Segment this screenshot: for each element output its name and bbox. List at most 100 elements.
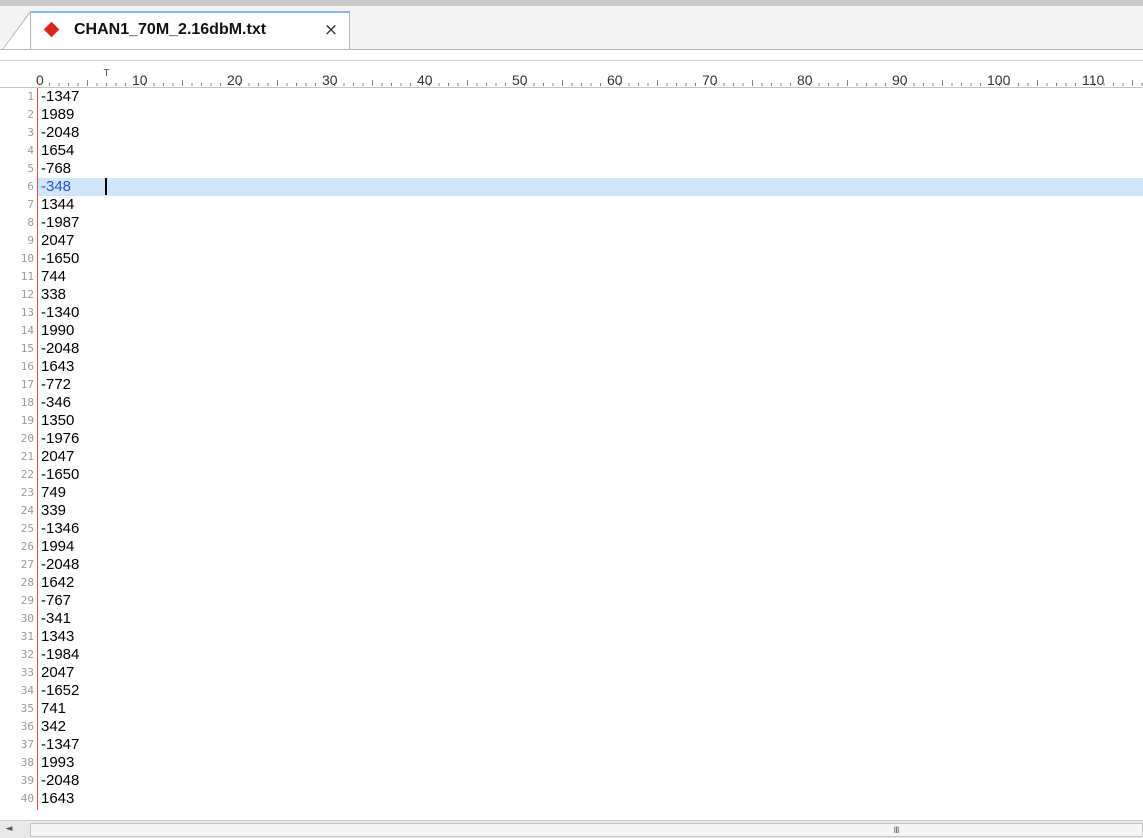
- line-number: 34: [20, 684, 34, 697]
- horizontal-scrollbar[interactable]: ◄ III: [0, 820, 1143, 838]
- text-line[interactable]: -772: [41, 376, 71, 394]
- text-line[interactable]: 1643: [41, 790, 74, 808]
- line-number: 33: [20, 666, 34, 679]
- text-line[interactable]: 2047: [41, 232, 74, 250]
- text-line[interactable]: -1347: [41, 736, 79, 754]
- ruler-label: 10: [132, 72, 148, 88]
- line-number: 28: [20, 576, 34, 589]
- tab-slant-edge: [0, 11, 31, 50]
- text-line[interactable]: -2048: [41, 772, 79, 790]
- text-line[interactable]: -1984: [41, 646, 79, 664]
- line-number: 21: [20, 450, 34, 463]
- text-line[interactable]: 1990: [41, 322, 74, 340]
- tab-bar-top-border: [0, 0, 1143, 6]
- line-number: 2: [27, 108, 34, 121]
- ruler-label: 40: [417, 72, 433, 88]
- line-number: 14: [20, 324, 34, 337]
- text-line[interactable]: 749: [41, 484, 66, 502]
- scrollbar-grip-icon: III: [893, 826, 900, 836]
- text-line[interactable]: -767: [41, 592, 71, 610]
- file-tab-title[interactable]: CHAN1_70M_2.16dbM.txt: [74, 19, 266, 41]
- text-line[interactable]: -1976: [41, 430, 79, 448]
- text-line[interactable]: -1650: [41, 466, 79, 484]
- line-number: 22: [20, 468, 34, 481]
- line-number: 29: [20, 594, 34, 607]
- text-line[interactable]: -2048: [41, 340, 79, 358]
- text-line[interactable]: -1987: [41, 214, 79, 232]
- line-number: 36: [20, 720, 34, 733]
- text-line[interactable]: -2048: [41, 556, 79, 574]
- text-line[interactable]: -341: [41, 610, 71, 628]
- scroll-left-arrow-icon[interactable]: ◄: [0, 821, 18, 838]
- text-line[interactable]: -1650: [41, 250, 79, 268]
- text-line[interactable]: 1642: [41, 574, 74, 592]
- text-editor[interactable]: 1 2 3 4 5 6 7 8 9 10 11 12 13 14 15 16 17 18 19 20 21 22 23 24 2…: [0, 88, 1143, 820]
- line-number: 8: [27, 216, 34, 229]
- line-number: 38: [20, 756, 34, 769]
- line-number: 30: [20, 612, 34, 625]
- text-line[interactable]: -1340: [41, 304, 79, 322]
- line-number: 17: [20, 378, 34, 391]
- ruler-scale: 0102030405060708090100110120T: [36, 68, 1143, 88]
- line-number: 7: [27, 198, 34, 211]
- tab-bar: CHAN1_70M_2.16dbM.txt ×: [0, 0, 1143, 50]
- text-line[interactable]: 744: [41, 268, 66, 286]
- text-line[interactable]: 1989: [41, 106, 74, 124]
- line-number: 20: [20, 432, 34, 445]
- text-line[interactable]: -2048: [41, 124, 79, 142]
- text-line[interactable]: -348: [41, 178, 71, 196]
- line-number: 4: [27, 144, 34, 157]
- text-line[interactable]: 1643: [41, 358, 74, 376]
- text-line[interactable]: 741: [41, 700, 66, 718]
- text-line[interactable]: 1994: [41, 538, 74, 556]
- line-number: 19: [20, 414, 34, 427]
- ruler-label: 50: [512, 72, 528, 88]
- line-number: 32: [20, 648, 34, 661]
- text-line[interactable]: 1350: [41, 412, 74, 430]
- line-number: 37: [20, 738, 34, 751]
- text-line[interactable]: 2047: [41, 664, 74, 682]
- line-number: 16: [20, 360, 34, 373]
- line-number: 18: [20, 396, 34, 409]
- line-number: 31: [20, 630, 34, 643]
- scrollbar-thumb[interactable]: III: [30, 823, 1143, 837]
- text-line[interactable]: 1344: [41, 196, 74, 214]
- line-number: 5: [27, 162, 34, 175]
- ruler-label: 60: [607, 72, 623, 88]
- line-number: 13: [20, 306, 34, 319]
- line-number: 25: [20, 522, 34, 535]
- gutter-divider: [37, 88, 38, 810]
- text-line[interactable]: 1993: [41, 754, 74, 772]
- text-line[interactable]: -1346: [41, 520, 79, 538]
- ruler-label: 70: [702, 72, 718, 88]
- text-line[interactable]: 1654: [41, 142, 74, 160]
- text-line[interactable]: -346: [41, 394, 71, 412]
- line-number: 26: [20, 540, 34, 553]
- line-number: 1: [27, 90, 34, 103]
- ruler-label: 30: [322, 72, 338, 88]
- line-number: 12: [20, 288, 34, 301]
- ruler-label: 100: [987, 72, 1011, 88]
- text-line[interactable]: 339: [41, 502, 66, 520]
- text-line[interactable]: 2047: [41, 448, 74, 466]
- line-number: 3: [27, 126, 34, 139]
- line-number: 9: [27, 234, 34, 247]
- line-number-gutter: 1 2 3 4 5 6 7 8 9 10 11 12 13 14 15 16 17 18 19 20 21 22 23 24 2…: [0, 88, 38, 820]
- column-ruler: 0102030405060708090100110120T: [0, 50, 1143, 88]
- line-number: 35: [20, 702, 34, 715]
- text-caret: [105, 178, 107, 195]
- text-line[interactable]: -1652: [41, 682, 79, 700]
- text-line[interactable]: 338: [41, 286, 66, 304]
- text-line[interactable]: -768: [41, 160, 71, 178]
- line-number: 24: [20, 504, 34, 517]
- text-line[interactable]: -1347: [41, 88, 79, 106]
- text-line[interactable]: 1343: [41, 628, 74, 646]
- ruler-label: 20: [227, 72, 243, 88]
- line-number: 23: [20, 486, 34, 499]
- line-number: 15: [20, 342, 34, 355]
- line-number: 39: [20, 774, 34, 787]
- close-tab-icon[interactable]: ×: [322, 20, 340, 40]
- text-line[interactable]: 342: [41, 718, 66, 736]
- line-number: 11: [20, 270, 34, 283]
- line-number: 27: [20, 558, 34, 571]
